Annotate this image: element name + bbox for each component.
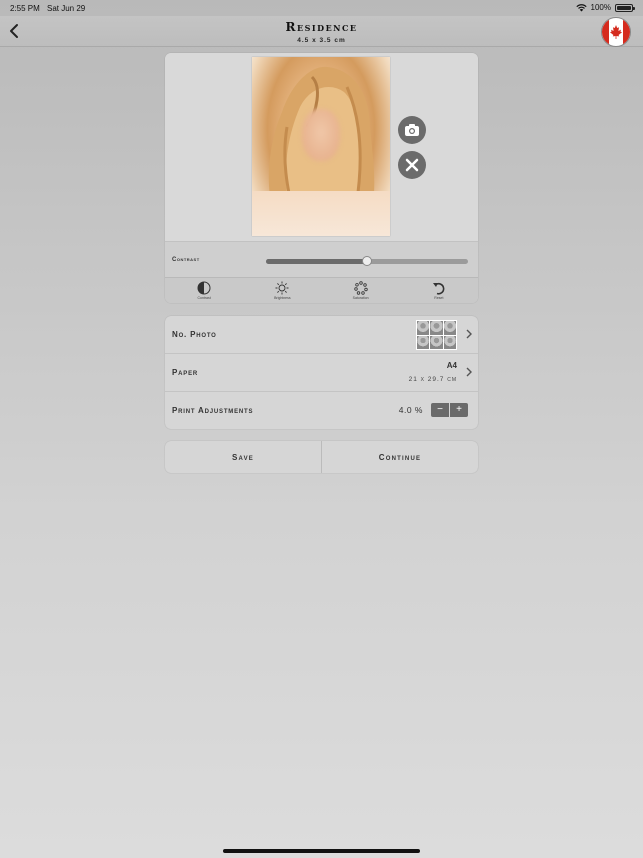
camera-button[interactable]	[398, 116, 426, 144]
contrast-slider-thumb[interactable]	[362, 256, 372, 266]
contrast-slider-fill	[266, 259, 367, 264]
photos-label: No. Photo	[172, 330, 217, 339]
print-settings-card: No. Photo Paper A4 21 x 29.7 cm Print Ad…	[165, 316, 478, 429]
print-adjustments-label: Print Adjustments	[172, 406, 254, 415]
shoulders	[252, 191, 390, 236]
decrease-button[interactable]: −	[431, 403, 449, 417]
paper-dimensions: 21 x 29.7 cm	[408, 376, 457, 383]
photo-editor-card: Contrast Contrast Brightness Saturation …	[165, 53, 478, 303]
delete-photo-button[interactable]	[398, 151, 426, 179]
contrast-slider[interactable]	[266, 256, 468, 266]
close-icon	[405, 158, 419, 172]
battery-icon	[615, 3, 635, 12]
tool-contrast[interactable]: Contrast	[165, 278, 243, 303]
row-number-of-photos[interactable]: No. Photo	[165, 316, 478, 354]
contrast-icon	[197, 281, 211, 295]
thumb-photo	[443, 335, 456, 349]
increase-button[interactable]: +	[450, 403, 468, 417]
thumb-photo	[430, 321, 443, 335]
status-date: Sat Jun 29	[47, 4, 86, 13]
paper-size: A4	[446, 361, 457, 370]
reset-icon	[432, 283, 445, 295]
tool-reset[interactable]: Reset	[400, 278, 478, 303]
contrast-slider-row: Contrast	[165, 241, 478, 278]
nav-bar: Residence 4.5 x 3.5 cm	[0, 16, 643, 47]
action-buttons: Save Continue	[165, 441, 478, 473]
blurred-face	[302, 109, 340, 161]
row-paper[interactable]: Paper A4 21 x 29.7 cm	[165, 354, 478, 392]
paper-label: Paper	[172, 368, 199, 377]
photo-layout-thumbnail	[416, 320, 457, 350]
home-indicator	[223, 849, 420, 853]
page-title: Residence	[285, 20, 358, 34]
continue-button[interactable]: Continue	[322, 441, 478, 473]
thumb-photo	[430, 335, 443, 349]
tool-label: Contrast	[197, 296, 211, 300]
saturation-icon	[353, 281, 368, 295]
canada-flag-icon[interactable]	[601, 17, 631, 47]
thumb-photo	[417, 321, 430, 335]
thumb-photo	[417, 335, 430, 349]
tool-label: Saturation	[352, 296, 369, 300]
camera-icon	[405, 124, 419, 136]
tool-label: Brightness	[274, 296, 291, 300]
tool-label: Reset	[434, 296, 444, 300]
contrast-label: Contrast	[172, 257, 200, 263]
status-bar: 2:55 PM Sat Jun 29 100%	[0, 0, 643, 16]
print-adjustment-value: 4.0 %	[398, 405, 423, 415]
chevron-right-icon	[466, 367, 472, 377]
status-time: 2:55 PM	[10, 4, 40, 13]
chevron-right-icon	[466, 329, 472, 339]
tool-saturation[interactable]: Saturation	[322, 278, 400, 303]
status-right: 100%	[575, 3, 635, 12]
maple-leaf-icon	[610, 25, 622, 39]
save-button[interactable]: Save	[165, 441, 322, 473]
portrait-photo[interactable]	[252, 57, 390, 236]
brightness-icon	[275, 281, 289, 295]
tool-brightness[interactable]: Brightness	[243, 278, 321, 303]
photo-area	[165, 53, 478, 241]
row-print-adjustments: Print Adjustments 4.0 % − +	[165, 392, 478, 429]
adjustment-tools: Contrast Brightness Saturation Reset	[165, 277, 478, 303]
page-subtitle: 4.5 x 3.5 cm	[297, 37, 346, 44]
battery-percent: 100%	[590, 3, 611, 12]
wifi-icon	[575, 3, 587, 11]
thumb-photo	[443, 321, 456, 335]
